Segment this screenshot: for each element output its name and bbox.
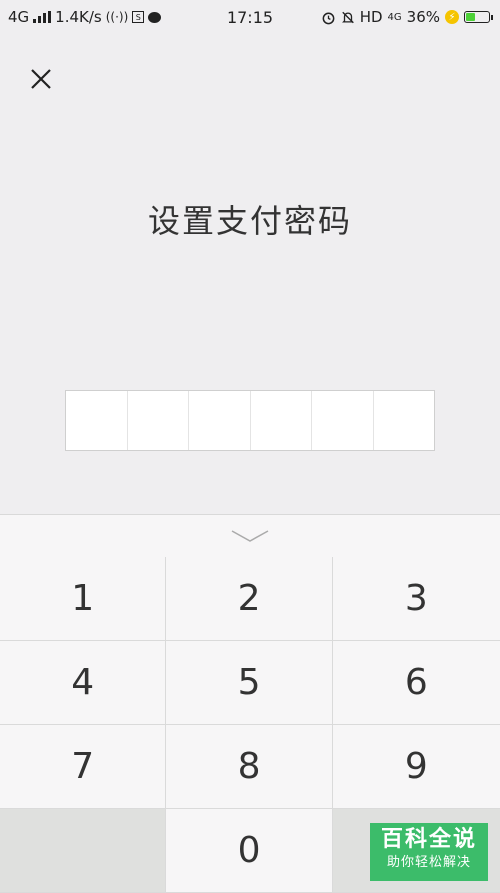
key-3[interactable]: 3 [332, 557, 500, 640]
close-button[interactable] [26, 64, 56, 94]
key-6[interactable]: 6 [332, 641, 500, 724]
key-0[interactable]: 0 [166, 809, 333, 892]
watermark-logo: 百科全说 助你轻松解决 [370, 823, 488, 881]
close-icon [31, 69, 51, 89]
network-type-right: 4G [387, 11, 402, 23]
hd-indicator: HD [359, 8, 383, 26]
battery-percent: 36% [406, 8, 440, 26]
key-8[interactable]: 8 [166, 725, 333, 808]
keypad-row: 789 [0, 725, 500, 809]
blank-key [0, 809, 167, 892]
keypad-row: 123 [0, 557, 500, 641]
key-5[interactable]: 5 [166, 641, 333, 724]
key-1[interactable]: 1 [0, 557, 167, 640]
key-7[interactable]: 7 [0, 725, 167, 808]
key-9[interactable]: 9 [332, 725, 500, 808]
charging-icon: ⚡ [445, 10, 459, 24]
pin-cell [128, 391, 189, 450]
battery-icon [464, 11, 493, 23]
status-right: HD 4G 36% ⚡ [321, 8, 493, 26]
key-4[interactable]: 4 [0, 641, 167, 724]
pin-cell [189, 391, 251, 450]
watermark-title: 百科全说 [380, 827, 477, 852]
collapse-keypad-button[interactable] [0, 515, 500, 558]
pin-cell [251, 391, 312, 450]
pin-cell [374, 391, 435, 450]
key-2[interactable]: 2 [166, 557, 333, 640]
status-bar: 4G 1.4K/s ((·)) S 17:15 HD 4G 36% ⚡ [0, 0, 500, 34]
chevron-down-icon [231, 530, 269, 542]
watermark-subtitle: 助你轻松解决 [386, 855, 471, 870]
keypad-row: 456 [0, 641, 500, 725]
pin-cell [66, 391, 128, 450]
alarm-icon [322, 12, 335, 24]
pin-input[interactable] [65, 390, 435, 451]
mute-icon [341, 11, 354, 23]
pin-cell [312, 391, 374, 450]
page-title: 设置支付密码 [147, 202, 352, 240]
